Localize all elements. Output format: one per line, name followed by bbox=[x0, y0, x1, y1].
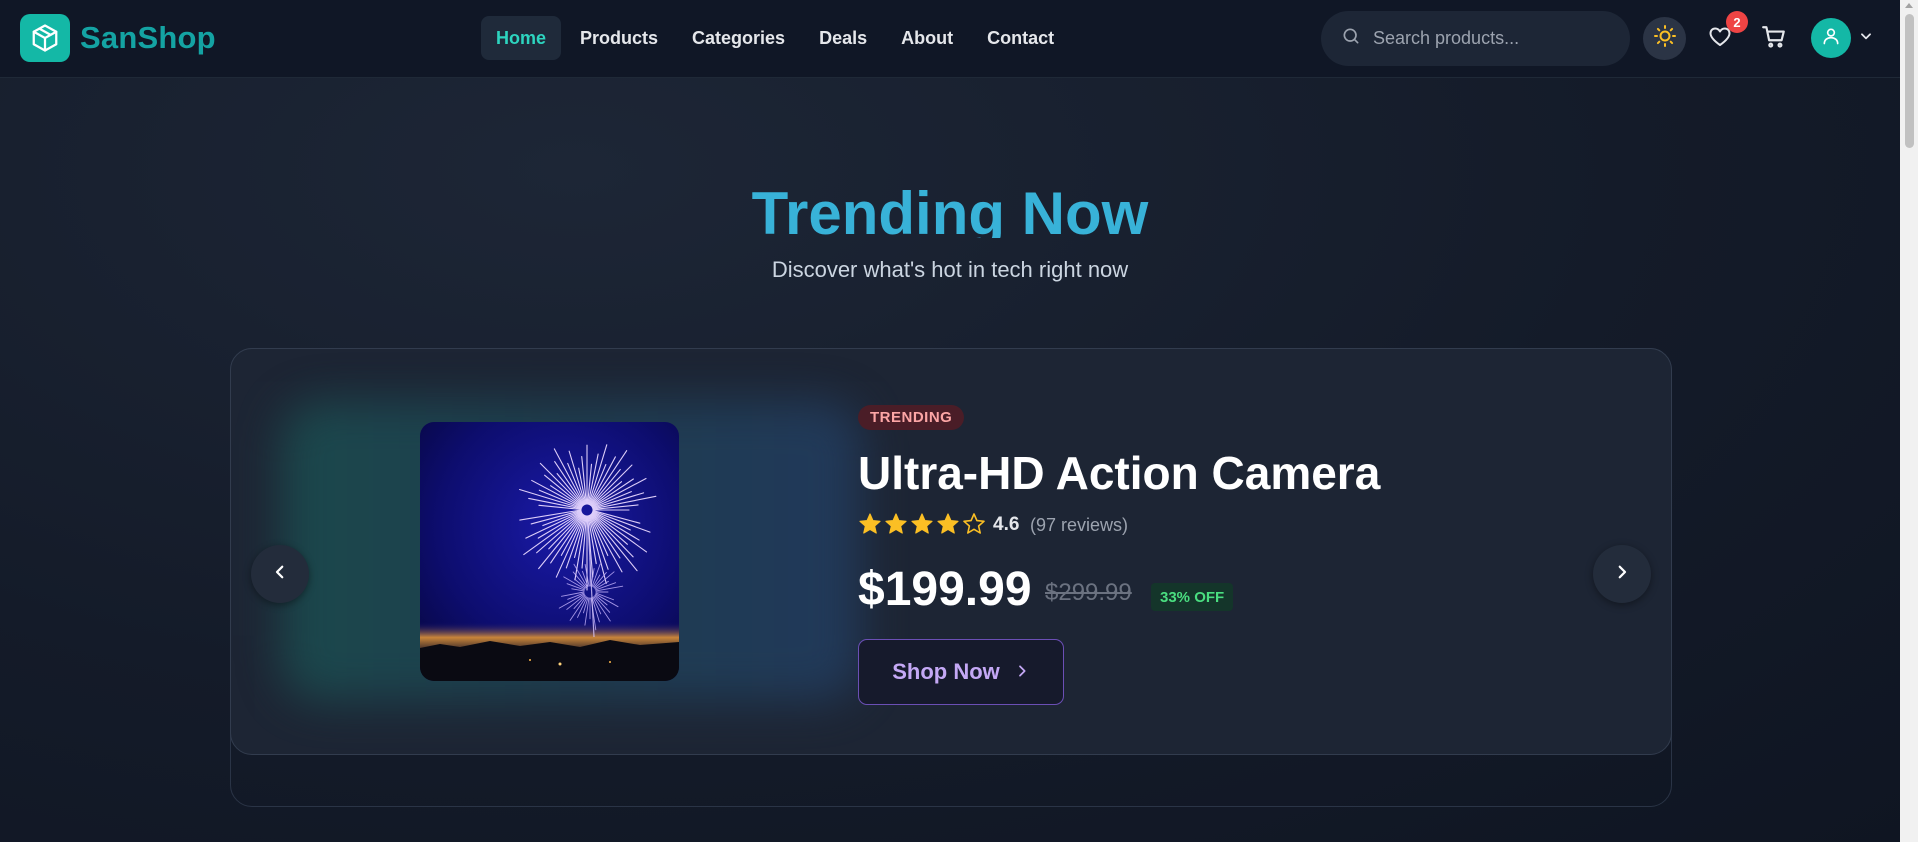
nav-item-about[interactable]: About bbox=[886, 16, 968, 60]
account-avatar-button[interactable] bbox=[1811, 18, 1851, 58]
chevron-left-icon bbox=[271, 563, 289, 586]
main-nav: Home Products Categories Deals About Con… bbox=[481, 16, 1069, 60]
nav-item-categories[interactable]: Categories bbox=[677, 16, 800, 60]
carousel-prev-button[interactable] bbox=[251, 545, 309, 603]
rating-value: 4.6 bbox=[993, 514, 1020, 535]
shop-now-label: Shop Now bbox=[892, 659, 1000, 684]
nav-item-products[interactable]: Products bbox=[565, 16, 673, 60]
current-price: $199.99 bbox=[858, 563, 1032, 616]
star-icon bbox=[885, 513, 907, 534]
shop-now-button[interactable]: Shop Now bbox=[858, 639, 1064, 705]
star-icon bbox=[859, 513, 881, 534]
search-input[interactable] bbox=[1373, 28, 1603, 49]
star-outline-icon bbox=[963, 513, 985, 534]
nav-item-contact[interactable]: Contact bbox=[972, 16, 1069, 60]
user-icon bbox=[1821, 26, 1841, 51]
search-icon bbox=[1341, 26, 1361, 51]
star-icon bbox=[937, 513, 959, 534]
carousel-next-button[interactable] bbox=[1593, 545, 1651, 603]
page-title: Trending Now bbox=[751, 180, 1149, 238]
theme-toggle-button[interactable] bbox=[1643, 17, 1686, 60]
nav-item-deals[interactable]: Deals bbox=[804, 16, 882, 60]
trending-badge: TRENDING bbox=[858, 405, 965, 430]
scroll-up-arrow[interactable] bbox=[1905, 3, 1913, 8]
star-icon bbox=[911, 513, 933, 534]
search-bar bbox=[1321, 11, 1630, 66]
sun-icon bbox=[1653, 24, 1677, 53]
page-scrollbar[interactable] bbox=[1900, 0, 1918, 842]
brand-name[interactable]: SanShop bbox=[80, 20, 216, 56]
featured-product-card: TRENDING Ultra-HD Action Camera 4.6 (97 … bbox=[230, 348, 1672, 755]
cart-icon bbox=[1761, 24, 1787, 55]
scroll-thumb[interactable] bbox=[1905, 14, 1914, 148]
product-image[interactable] bbox=[420, 422, 679, 681]
cube-icon[interactable] bbox=[20, 14, 70, 62]
chevron-down-icon[interactable] bbox=[1859, 29, 1873, 48]
discount-badge: 33% OFF bbox=[1151, 583, 1234, 611]
chevron-right-icon bbox=[1613, 563, 1631, 586]
review-count[interactable]: (97 reviews) bbox=[1030, 515, 1128, 536]
page-subtitle: Discover what's hot in tech right now bbox=[771, 257, 1129, 282]
top-navbar: SanShop Home Products Categories Deals A… bbox=[0, 0, 1900, 78]
chevron-right-icon bbox=[1014, 659, 1030, 685]
cart-button[interactable] bbox=[1757, 22, 1791, 56]
product-title[interactable]: Ultra-HD Action Camera bbox=[858, 446, 1380, 500]
nav-item-home[interactable]: Home bbox=[481, 16, 562, 60]
wishlist-count-badge: 2 bbox=[1726, 11, 1748, 33]
star-rating bbox=[858, 512, 986, 536]
original-price: $299.99 bbox=[1045, 579, 1132, 606]
